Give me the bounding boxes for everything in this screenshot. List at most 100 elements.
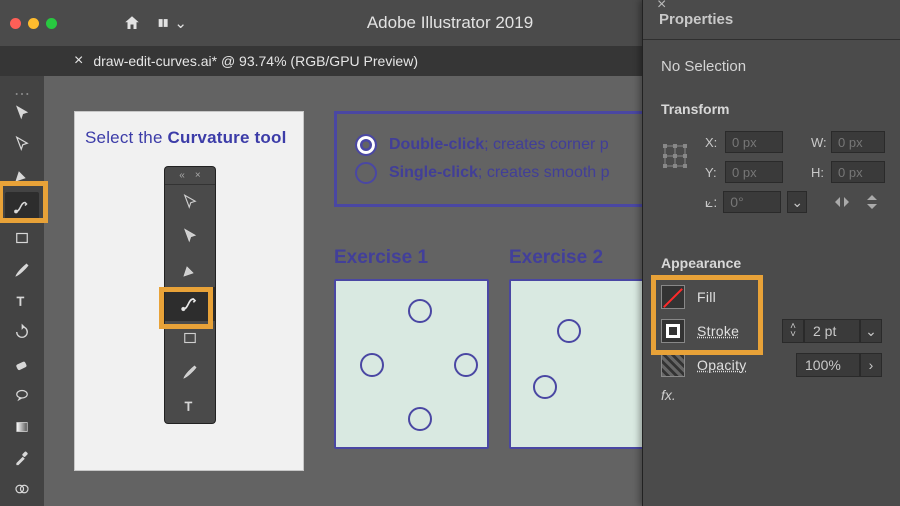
- arrange-documents-button[interactable]: ⌄: [157, 8, 187, 38]
- tutorial-content: Double-click; creates corner p Single-cl…: [334, 111, 664, 471]
- rotate-label: ⟀:: [705, 194, 717, 211]
- ex1-point: [408, 407, 432, 431]
- type-tool[interactable]: T: [5, 286, 39, 315]
- selection-status: No Selection: [661, 58, 882, 75]
- rotate-field[interactable]: 0°: [723, 191, 781, 213]
- brush-icon: [13, 261, 31, 279]
- transform-heading: Transform: [661, 101, 882, 117]
- curvature-icon: [13, 198, 31, 216]
- legend-row1-text: Double-click; creates corner p: [389, 136, 609, 154]
- panel-tabstrip: Properties: [643, 0, 900, 40]
- opacity-more-button[interactable]: ›: [860, 353, 882, 377]
- instruction-title-prefix: Select the: [85, 128, 168, 147]
- mini-selection-tool: [165, 185, 215, 219]
- stroke-stepper[interactable]: ˄˅: [782, 319, 804, 343]
- selection-icon: [13, 104, 31, 122]
- type-icon: T: [13, 292, 31, 310]
- shape-builder-icon: [13, 480, 31, 498]
- reference-point-widget[interactable]: [661, 142, 701, 173]
- mini-toolbar-header: «×: [165, 167, 215, 185]
- legend-double-click-row: Double-click; creates corner p: [355, 134, 643, 156]
- rotate-icon: [13, 323, 31, 341]
- window-close-button[interactable]: [10, 18, 21, 29]
- w-label: W:: [811, 135, 827, 150]
- direct-selection-tool[interactable]: [5, 129, 39, 158]
- instruction-card: Select the Curvature tool «× T: [74, 111, 304, 471]
- flip-v-icon: [864, 193, 880, 211]
- toolbar-grip[interactable]: ⋯: [5, 84, 39, 92]
- svg-text:T: T: [17, 295, 25, 309]
- close-tab-icon[interactable]: ×: [74, 52, 83, 70]
- flip-horizontal-button[interactable]: [832, 192, 852, 212]
- exercise-2-title: Exercise 2: [509, 247, 664, 269]
- appearance-heading: Appearance: [661, 255, 882, 271]
- window-zoom-button[interactable]: [46, 18, 57, 29]
- h-field[interactable]: 0 px: [831, 161, 885, 183]
- opacity-field[interactable]: 100%: [796, 353, 860, 377]
- pen-tool[interactable]: [5, 161, 39, 190]
- legend-single-click-row: Single-click; creates smooth p: [355, 162, 643, 184]
- mini-pen-tool: [165, 253, 215, 287]
- ex2-point: [533, 375, 557, 399]
- arrange-icon: [157, 14, 170, 32]
- x-field[interactable]: 0 px: [725, 131, 783, 153]
- chevron-down-icon: ⌄: [174, 14, 187, 32]
- pen-icon: [13, 166, 31, 184]
- exercise-2-art[interactable]: [509, 279, 664, 449]
- document-tab[interactable]: × draw-edit-curves.ai* @ 93.74% (RGB/GPU…: [62, 46, 430, 76]
- rotate-dropdown[interactable]: ⌄: [787, 191, 807, 213]
- ex1-point: [408, 299, 432, 323]
- panel-close-icon[interactable]: ×: [647, 0, 676, 14]
- eyedropper-icon: [13, 449, 31, 467]
- exercise-2: Exercise 2: [509, 247, 664, 449]
- exercise-row: Exercise 1 Exercise 2: [334, 247, 664, 449]
- svg-text:T: T: [185, 400, 193, 414]
- appearance-section: Appearance Fill Stroke ˄˅ 2 pt ⌄ Opacity…: [661, 255, 882, 403]
- rectangle-icon: [13, 229, 31, 247]
- h-label: H:: [811, 165, 827, 180]
- stroke-weight-dropdown[interactable]: ⌄: [860, 319, 882, 343]
- fx-button[interactable]: fx.: [661, 387, 882, 403]
- ex2-point: [557, 319, 581, 343]
- flip-h-icon: [833, 194, 851, 210]
- curvature-tool[interactable]: [5, 192, 39, 221]
- paintbrush-tool[interactable]: [5, 255, 39, 284]
- mini-toolbar-illustration: «× T: [165, 167, 215, 423]
- opacity-row: Opacity 100% ›: [661, 353, 882, 377]
- opacity-label[interactable]: Opacity: [697, 357, 747, 373]
- document-tab-label: draw-edit-curves.ai* @ 93.74% (RGB/GPU P…: [93, 53, 418, 69]
- opacity-swatch[interactable]: [661, 353, 685, 377]
- window-controls: [10, 18, 57, 29]
- symbol-sprayer-tool[interactable]: [5, 381, 39, 410]
- home-button[interactable]: [117, 8, 147, 38]
- mini-brush-tool: [165, 355, 215, 389]
- ex1-point: [454, 353, 478, 377]
- window-minimize-button[interactable]: [28, 18, 39, 29]
- x-label: X:: [705, 135, 721, 150]
- exercise-1-art[interactable]: [334, 279, 489, 449]
- stroke-weight-field[interactable]: 2 pt: [804, 319, 860, 343]
- mini-type-tool: T: [165, 389, 215, 423]
- tutorial-highlight-appearance: [651, 275, 763, 355]
- tools-panel: ⋯ T: [0, 76, 44, 506]
- home-icon: [123, 14, 141, 32]
- eraser-tool[interactable]: [5, 349, 39, 378]
- selection-tool[interactable]: [5, 98, 39, 127]
- transform-grid: X: 0 px W: 0 px Y: 0 px H: 0 px: [661, 131, 882, 183]
- w-field[interactable]: 0 px: [831, 131, 885, 153]
- rotate-tool[interactable]: [5, 318, 39, 347]
- shape-builder-tool[interactable]: [5, 475, 39, 504]
- properties-panel: × Properties No Selection Transform X: 0…: [642, 0, 900, 506]
- ex1-point: [360, 353, 384, 377]
- gradient-tool[interactable]: [5, 412, 39, 441]
- exercise-1-title: Exercise 1: [334, 247, 489, 269]
- rectangle-tool[interactable]: [5, 224, 39, 253]
- y-label: Y:: [705, 165, 721, 180]
- flip-vertical-button[interactable]: [862, 192, 882, 212]
- instruction-title-bold: Curvature tool: [168, 128, 287, 147]
- instruction-title: Select the Curvature tool: [75, 112, 303, 164]
- y-field[interactable]: 0 px: [725, 161, 783, 183]
- eyedropper-tool[interactable]: [5, 443, 39, 472]
- direct-selection-icon: [13, 135, 31, 153]
- smooth-point-icon: [355, 162, 377, 184]
